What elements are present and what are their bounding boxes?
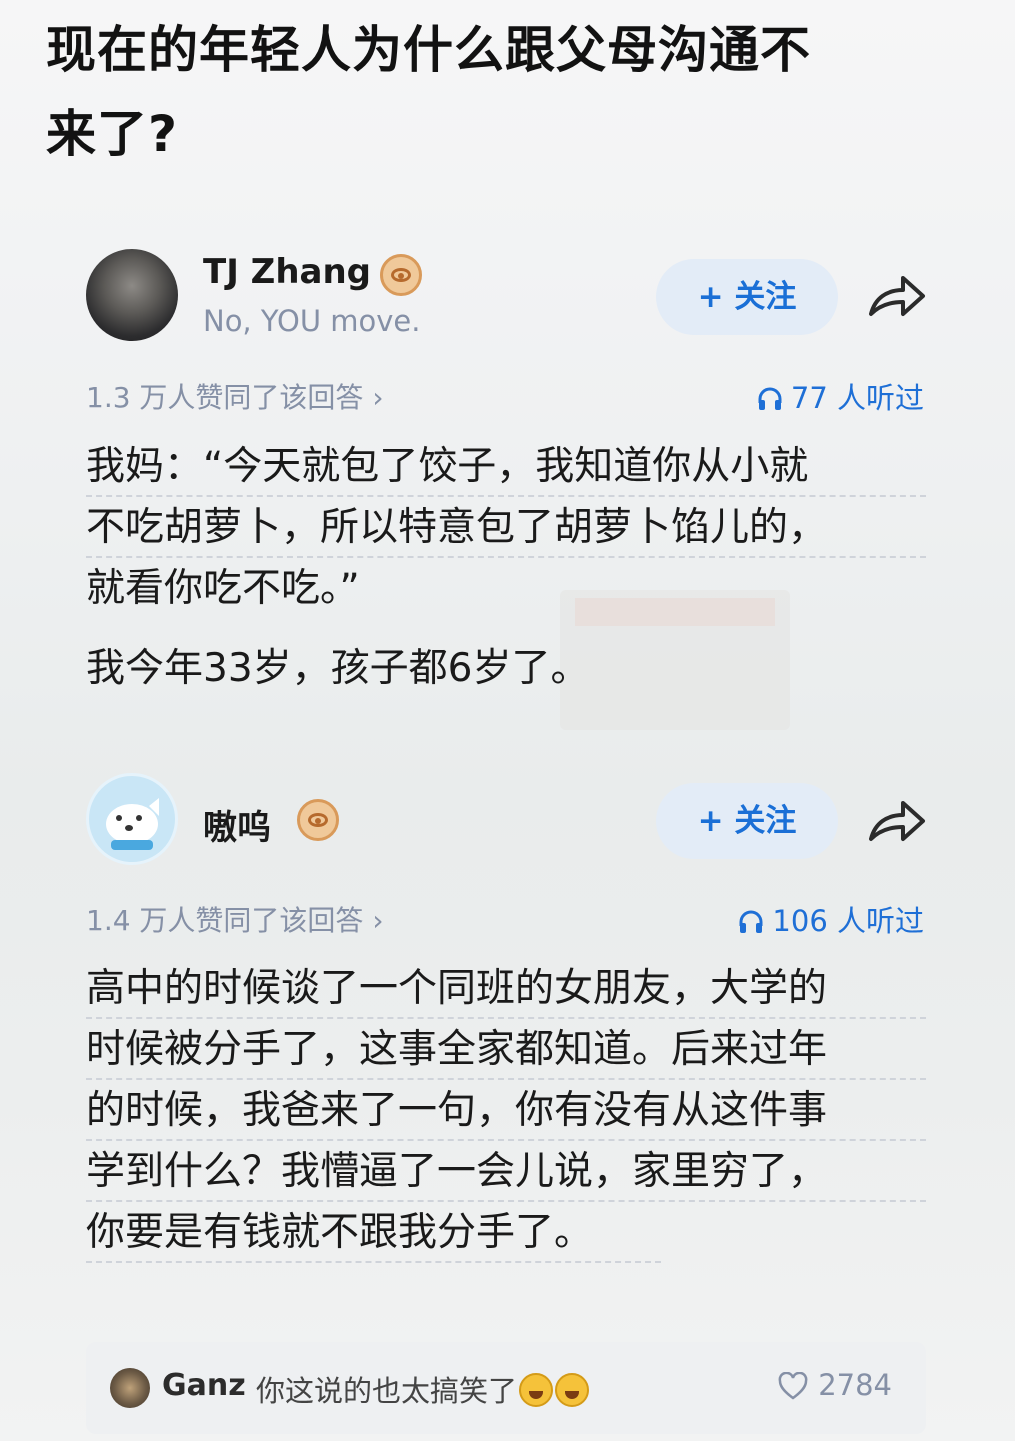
emoji-laugh-icon [519,1373,554,1407]
answer-extra-line: 我今年33岁，孩子都6岁了。 [86,646,590,691]
answer-line: 高中的时候谈了一个同班的女朋友，大学的 [86,958,926,1019]
author-avatar[interactable] [86,249,178,341]
comment-text: 你这说的也太搞笑了 [256,1368,590,1410]
listen-count-text: 106 人听过 [772,904,924,938]
headphone-icon [739,910,763,933]
eye-badge-icon [380,254,422,296]
answer-line: 学到什么？我懵逼了一会儿说，家里穷了， [86,1141,926,1202]
question-title-line2: 来了? [46,105,179,163]
question-title[interactable]: 现在的年轻人为什么跟父母沟通不 来了? [46,8,946,176]
answer-line: 你要是有钱就不跟我分手了。 [86,1202,661,1263]
approve-count[interactable]: 1.4 万人赞同了该回答 › [86,899,384,939]
follow-button[interactable]: + 关注 [656,259,838,335]
question-title-line1: 现在的年轻人为什么跟父母沟通不 [46,21,811,79]
share-arrow-icon[interactable] [865,793,929,849]
top-comment[interactable]: Ganz 你这说的也太搞笑了 2784 [86,1342,926,1434]
share-arrow-icon[interactable] [865,268,929,324]
listen-count[interactable]: 77 人听过 [757,375,924,417]
dog-astronaut-icon [106,798,159,850]
commenter-name[interactable]: Ganz [162,1368,246,1403]
eye-badge-icon [297,799,339,841]
answer-line: 不吃胡萝卜，所以特意包了胡萝卜馅儿的， [86,497,926,558]
author-avatar[interactable] [86,773,178,865]
answer-page: 现在的年轻人为什么跟父母沟通不 来了? TJ Zhang No, YOU mov… [0,0,1015,1441]
author-name[interactable]: TJ Zhang [203,252,371,292]
answer-body[interactable]: 我妈：“今天就包了饺子，我知道你从小就 不吃胡萝卜，所以特意包了胡萝卜馅儿的， … [86,436,926,617]
answer-line: 时候被分手了，这事全家都知道。后来过年 [86,1019,926,1080]
author-motto: No, YOU move. [203,304,421,338]
author-name[interactable]: 嗷呜 [203,800,271,849]
like-count: 2784 [818,1368,892,1402]
emoji-laugh-icon [555,1373,590,1407]
follow-button[interactable]: + 关注 [656,783,838,859]
comment-text-body: 你这说的也太搞笑了 [256,1374,518,1408]
heart-icon [778,1372,808,1400]
answer-body[interactable]: 高中的时候谈了一个同班的女朋友，大学的 时候被分手了，这事全家都知道。后来过年 … [86,958,926,1263]
commenter-avatar[interactable] [110,1368,150,1408]
listen-count[interactable]: 106 人听过 [738,898,924,940]
answer-line: 的时候，我爸来了一句，你有没有从这件事 [86,1080,926,1141]
comment-like[interactable]: 2784 [778,1368,892,1402]
headphone-icon [758,387,782,410]
answer-line: 我妈：“今天就包了饺子，我知道你从小就 [86,436,926,497]
approve-count[interactable]: 1.3 万人赞同了该回答 › [86,376,384,416]
answer-line: 就看你吃不吃。” [86,566,360,611]
listen-count-text: 77 人听过 [790,381,924,415]
